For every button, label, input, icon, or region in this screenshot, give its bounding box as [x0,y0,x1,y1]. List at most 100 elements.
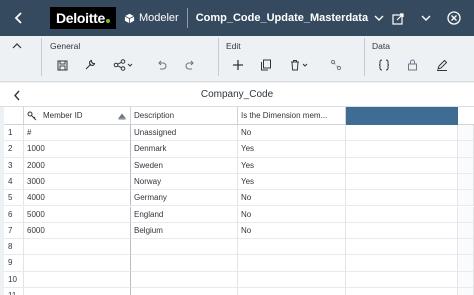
app-name: Modeler [124,12,179,24]
row-number: 3 [4,157,24,174]
settings-button[interactable] [82,57,98,73]
empty-cell[interactable] [458,206,474,223]
collapse-toolbar-button[interactable] [10,40,24,50]
empty-cell[interactable] [346,255,458,272]
empty-cell[interactable] [346,125,458,142]
column-header-description[interactable]: Description [131,107,238,124]
member-id-cell[interactable] [24,271,131,288]
dimension-header: Company_Code [0,83,474,107]
member-id-cell[interactable]: # [24,125,131,142]
empty-cell[interactable] [346,157,458,174]
redo-button[interactable] [182,57,198,73]
data-grid: Member ID Description Is the Dimension m… [4,107,474,295]
member-id-cell[interactable] [24,288,131,295]
empty-cell[interactable] [458,288,474,295]
undo-icon [158,60,167,70]
description-cell[interactable] [131,271,238,288]
unlink-button[interactable] [328,57,344,73]
is-dimension-member-cell[interactable] [238,271,346,288]
empty-cell[interactable] [346,271,458,288]
is-dimension-member-cell[interactable] [238,239,346,256]
description-cell[interactable]: England [131,206,238,223]
member-id-cell[interactable]: 3000 [24,173,131,191]
lock-button[interactable] [404,57,420,73]
empty-cell[interactable] [346,190,458,207]
empty-cell[interactable] [458,222,474,240]
empty-cell[interactable] [458,141,474,158]
empty-cell[interactable] [346,239,458,256]
column-header-member-id[interactable]: Member ID [24,107,131,124]
new-column-header[interactable] [346,107,458,125]
save-button[interactable] [54,57,70,73]
table-row: 11 [4,288,474,295]
empty-cell[interactable] [458,271,474,288]
row-number: 2 [4,141,24,158]
is-dimension-member-cell[interactable] [238,288,346,295]
share-button[interactable] [384,0,412,36]
member-id-cell[interactable]: 2000 [24,157,131,174]
shell-bar: Deloitte Modeler Comp_Code_Update_Master… [0,0,474,36]
empty-cell[interactable] [346,288,458,295]
empty-cell[interactable] [458,173,474,191]
is-dimension-member-cell[interactable]: No [238,125,346,142]
title-menu-button[interactable] [374,15,384,22]
empty-cell[interactable] [346,141,458,158]
description-cell[interactable]: Germany [131,190,238,207]
is-dimension-member-cell[interactable]: No [238,190,346,207]
more-menu-button[interactable] [412,0,440,36]
close-button[interactable] [440,0,468,36]
share-menu-button[interactable] [112,57,136,73]
description-cell[interactable]: Denmark [131,141,238,158]
member-id-cell[interactable]: 1000 [24,141,131,158]
empty-cell[interactable] [458,255,474,272]
description-cell[interactable]: Unassigned [131,125,238,142]
column-header-is-dimension-member[interactable]: Is the Dimension mem... [238,107,346,124]
redo-icon [185,60,194,70]
edit-button[interactable] [434,57,450,73]
back-button[interactable] [6,0,32,36]
is-dimension-member-cell[interactable]: Yes [238,173,346,191]
empty-cell[interactable] [458,157,474,174]
member-id-cell[interactable]: 4000 [24,190,131,207]
empty-cell[interactable] [346,206,458,223]
table-row: 8 [4,239,474,256]
member-id-cell[interactable] [24,255,131,272]
add-button[interactable] [230,57,246,73]
member-id-cell[interactable] [24,239,131,256]
empty-cell[interactable] [346,222,458,240]
description-cell[interactable]: Belgium [131,222,238,240]
undo-button[interactable] [154,57,170,73]
back-icon [14,12,22,24]
empty-cell[interactable] [458,125,474,142]
row-number: 9 [4,255,24,272]
formula-button[interactable] [376,57,392,73]
table-row: 3 2000 Sweden Yes [4,157,474,174]
sort-ascending-icon[interactable] [118,113,126,120]
description-cell[interactable]: Norway [131,173,238,191]
is-dimension-member-cell[interactable]: No [238,206,346,223]
is-dimension-member-cell[interactable]: Yes [238,157,346,174]
delete-menu-button[interactable] [288,57,312,73]
description-cell[interactable] [131,288,238,295]
row-number: 6 [4,206,24,223]
member-id-cell[interactable]: 6000 [24,222,131,240]
copy-button[interactable] [258,57,274,73]
description-cell[interactable] [131,255,238,272]
empty-cell[interactable] [458,239,474,256]
row-number: 1 [4,125,24,142]
empty-cell[interactable] [458,190,474,207]
is-dimension-member-cell[interactable] [238,255,346,272]
braces-icon [378,59,390,71]
document-title[interactable]: Comp_Code_Update_Masterdata [196,12,368,24]
is-dimension-member-cell[interactable]: Yes [238,141,346,158]
brand-dot [105,19,110,23]
member-id-cell[interactable]: 5000 [24,206,131,223]
modeler-cube-icon [124,13,135,23]
empty-cell[interactable] [346,173,458,191]
is-dimension-member-cell[interactable]: No [238,222,346,240]
row-number: 7 [4,222,24,240]
description-cell[interactable]: Sweden [131,157,238,174]
brand-logo[interactable]: Deloitte [50,7,116,29]
description-cell[interactable] [131,239,238,256]
app-label: Modeler [138,12,179,24]
